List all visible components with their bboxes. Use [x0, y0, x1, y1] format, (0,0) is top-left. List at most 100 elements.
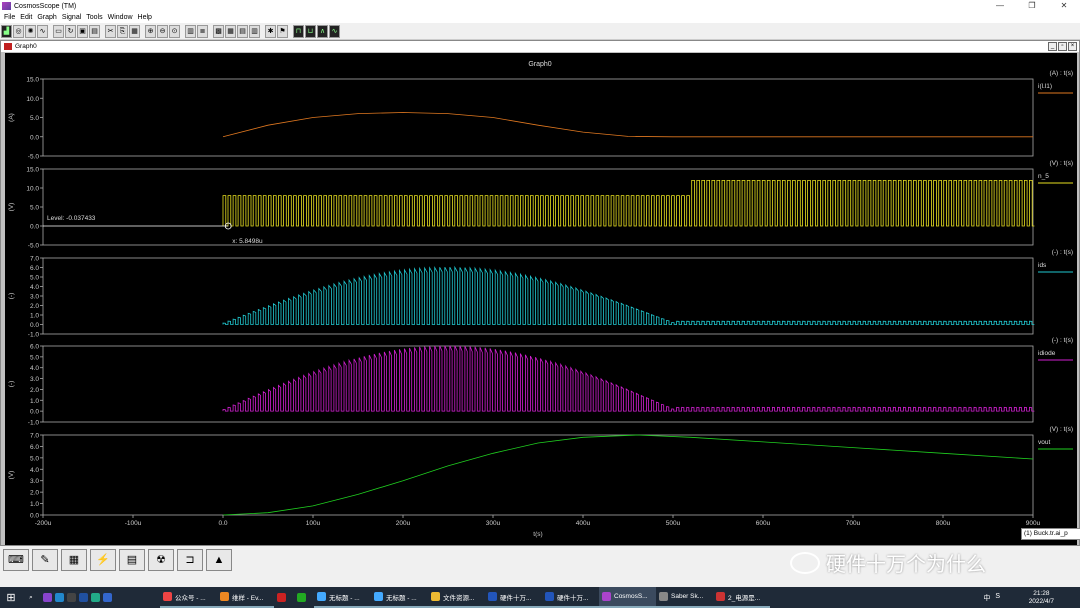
menu-tools[interactable]: Tools — [86, 14, 102, 21]
taskbar-app[interactable]: 硬件十万... — [542, 587, 599, 608]
taskbar-app-active[interactable]: CosmosS... — [599, 587, 656, 608]
waveform-c-icon[interactable]: ∧ — [317, 24, 328, 38]
app-icon — [2, 2, 11, 10]
keyboard-icon[interactable]: ⌨ — [3, 549, 29, 571]
taskbar-app[interactable]: 文件资源... — [428, 587, 485, 608]
start-icon[interactable]: ⊞ — [0, 587, 22, 608]
y-tick-label: 3.0 — [30, 294, 39, 301]
layers-icon[interactable]: ≣ — [197, 24, 208, 38]
graph-restore-button[interactable]: ▫ — [1058, 42, 1067, 51]
save-icon[interactable]: ▣ — [77, 24, 88, 38]
waveform-b-icon[interactable]: ⊔ — [305, 24, 316, 38]
table-icon[interactable]: ▤ — [237, 24, 248, 38]
close-button[interactable]: ✕ — [1048, 0, 1080, 12]
legend-label: vout — [1038, 439, 1050, 446]
zoom-out-icon[interactable]: ⊖ — [157, 24, 168, 38]
taskbar-app[interactable] — [274, 587, 294, 608]
radiation-icon[interactable]: ☢ — [148, 549, 174, 571]
bug-icon[interactable]: ✱ — [265, 24, 276, 38]
stack-icon[interactable]: ▥ — [185, 24, 196, 38]
pinned-app-icon[interactable] — [55, 593, 64, 602]
menu-signal[interactable]: Signal — [62, 14, 81, 21]
graph-icon[interactable]: ▟ — [1, 24, 12, 38]
taskbar-app[interactable]: 维样 - Ev... — [217, 587, 274, 608]
gear-icon[interactable]: ✺ — [25, 24, 36, 38]
zoom-fit-icon[interactable]: ⊙ — [169, 24, 180, 38]
graph-window-title: Graph0 — [15, 43, 37, 50]
matlab-icon[interactable]: ▲ — [206, 549, 232, 571]
flag-icon[interactable]: ⚑ — [277, 24, 288, 38]
taskbar-app[interactable] — [294, 587, 314, 608]
taskbar-app[interactable]: 公众号 - ... — [160, 587, 217, 608]
signal-tooltip[interactable]: (1) Buck.tr.ai_p — [1021, 528, 1080, 540]
pinned-app-icon[interactable] — [103, 593, 112, 602]
x-tick-label: 0.0 — [218, 520, 227, 527]
system-tray: 中 S — [983, 593, 1000, 603]
scope-icon[interactable]: ▦ — [61, 549, 87, 571]
waveform-d-icon[interactable]: ∿ — [329, 24, 340, 38]
menu-graph[interactable]: Graph — [37, 14, 56, 21]
chrome-icon — [163, 592, 172, 601]
paste-icon[interactable]: ▦ — [129, 24, 140, 38]
circuit-icon[interactable]: ⚡ — [90, 549, 116, 571]
print-icon[interactable]: ▤ — [89, 24, 100, 38]
search-icon[interactable]: ⌕ — [22, 587, 40, 608]
pinned-app-icon[interactable] — [91, 593, 100, 602]
cursor-x-label: x: 5.8498u — [232, 238, 263, 245]
waveform-a-icon[interactable]: ⊓ — [293, 24, 304, 38]
marker-icon[interactable]: ▥ — [249, 24, 260, 38]
maximize-button[interactable]: ❐ — [1016, 0, 1048, 12]
taskbar-app[interactable]: 无标题 - ... — [371, 587, 428, 608]
y-tick-label: 5.0 — [30, 115, 39, 122]
unit-label: (-) : t(s) — [1052, 337, 1073, 344]
y-tick-label: 4.0 — [30, 467, 39, 474]
ime-indicator[interactable]: 中 — [983, 593, 990, 603]
open-icon[interactable]: ▭ — [53, 24, 64, 38]
search-app-icon — [220, 592, 229, 601]
cursor-level-label: Level: -0.037433 — [47, 215, 96, 222]
y-axis-label: (-) — [8, 381, 15, 388]
cut-icon[interactable]: ✂ — [105, 24, 116, 38]
minimize-button[interactable]: — — [984, 0, 1016, 12]
menu-file[interactable]: File — [4, 14, 15, 21]
taskbar-app[interactable]: 无标题 - ... — [314, 587, 371, 608]
pinned-app-icon[interactable] — [79, 593, 88, 602]
y-axis-label: (V) — [8, 471, 15, 480]
taskbar-app[interactable]: Saber Sk... — [656, 587, 713, 608]
taskbar-app[interactable]: 硬件十万... — [485, 587, 542, 608]
signal-icon[interactable]: ∿ — [37, 24, 48, 38]
unit-label: (A) : t(s) — [1050, 70, 1073, 77]
pinned-app-icon[interactable] — [67, 593, 76, 602]
y-tick-label: 3.0 — [30, 478, 39, 485]
calculator-icon[interactable]: ▤ — [119, 549, 145, 571]
pinned-app-icon[interactable] — [43, 593, 52, 602]
menu-window[interactable]: Window — [108, 14, 133, 21]
menu-help[interactable]: Help — [138, 14, 152, 21]
graph-minimize-button[interactable]: _ — [1048, 42, 1057, 51]
taskbar-app[interactable]: 2_电源是... — [713, 587, 770, 608]
tray-app-icon[interactable]: S — [995, 593, 1000, 603]
grid-icon[interactable]: ▩ — [213, 24, 224, 38]
unit-label: (-) : t(s) — [1052, 249, 1073, 256]
x-tick-label: 300u — [486, 520, 501, 527]
word-icon — [545, 592, 554, 601]
clock[interactable]: 21:28 2022/4/7 — [1029, 590, 1054, 606]
y-tick-label: 15.0 — [26, 167, 39, 174]
graph-close-button[interactable]: × — [1068, 42, 1077, 51]
y-tick-label: 5.0 — [30, 275, 39, 282]
measure-icon[interactable]: ▦ — [225, 24, 236, 38]
component-icon[interactable]: ⊐ — [177, 549, 203, 571]
legend-label: ids — [1038, 262, 1047, 269]
menu-edit[interactable]: Edit — [20, 14, 32, 21]
target-icon[interactable]: ◎ — [13, 24, 24, 38]
waveform-plot[interactable]: Graph0 15.0 10.0 5.0 0.0 -5.0 (A) (A) : t(s) i(l… — [5, 53, 1077, 545]
pen-icon[interactable]: ✎ — [32, 549, 58, 571]
y-tick-label: 7.0 — [30, 433, 39, 440]
y-tick-label: -1.0 — [28, 332, 40, 339]
x-tick-label: 700u — [846, 520, 861, 527]
y-tick-label: 1.0 — [30, 501, 39, 508]
reload-icon[interactable]: ↻ — [65, 24, 76, 38]
copy-icon[interactable]: ⎘ — [117, 24, 128, 38]
zoom-in-icon[interactable]: ⊕ — [145, 24, 156, 38]
y-tick-label: 3.0 — [30, 376, 39, 383]
